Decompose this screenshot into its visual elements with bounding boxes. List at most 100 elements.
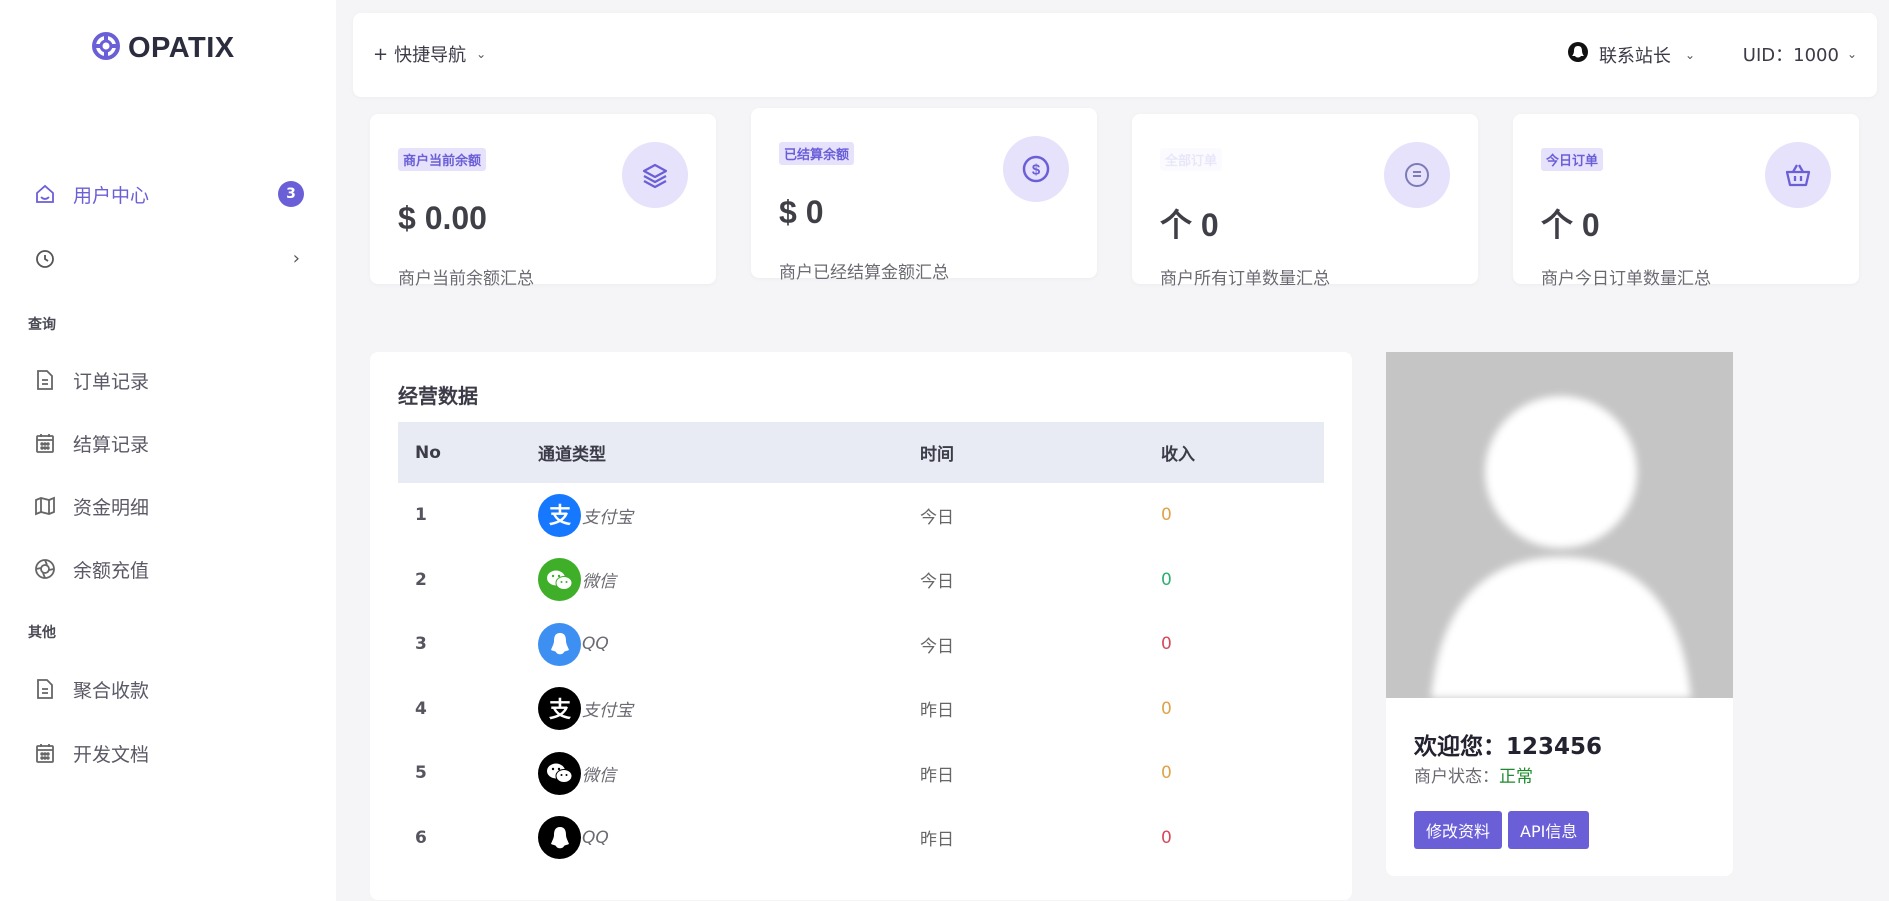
contact-admin-dropdown[interactable]: 联系站长 ⌄: [1567, 41, 1695, 68]
table-header-row: No 通道类型 时间 收入: [398, 422, 1324, 483]
sidebar-item-order-records[interactable]: 订单记录: [32, 360, 304, 400]
merchant-status: 商户状态：正常: [1414, 762, 1533, 787]
map-icon: [32, 493, 58, 519]
income-cell: 0: [1161, 634, 1172, 655]
time-cell: 昨日: [920, 830, 954, 851]
row-number: 1: [415, 505, 427, 526]
edit-profile-button[interactable]: 修改资料: [1414, 811, 1503, 849]
time-cell: 昨日: [920, 701, 954, 722]
table-row: 2 微信 今日 0: [398, 548, 1324, 613]
calendar-icon: [32, 430, 58, 456]
channel-name: QQ: [582, 827, 609, 848]
notification-badge: 3: [278, 181, 304, 207]
stat-value: $ 0: [779, 194, 824, 230]
table-row: 1 支支付宝 今日 0: [398, 483, 1324, 548]
sidebar-item-settlement-records[interactable]: 结算记录: [32, 423, 304, 463]
top-bar: + 快捷导航 ⌄ 联系站长 ⌄ UID：1000 ⌄: [353, 13, 1877, 97]
channel-cell: 微信: [538, 741, 920, 806]
wechat-icon: [538, 751, 581, 795]
sidebar-item-dev-docs[interactable]: 开发文档: [32, 733, 304, 773]
sidebar-item-label: 资金明细: [73, 496, 150, 519]
sidebar-item-fund-details[interactable]: 资金明细: [32, 486, 304, 526]
table-row: 5 微信 昨日 0: [398, 741, 1324, 806]
channel-name: 微信: [582, 572, 616, 593]
home-icon: [32, 181, 58, 207]
svg-text:支: 支: [548, 698, 571, 722]
qq-icon: [538, 622, 581, 666]
row-number: 6: [415, 827, 427, 848]
row-number: 5: [415, 763, 427, 784]
channel-name: 支付宝: [582, 701, 633, 722]
sidebar-item-balance-recharge[interactable]: 余额充值: [32, 549, 304, 589]
uid-dropdown[interactable]: UID：1000 ⌄: [1743, 41, 1857, 67]
document-icon: [32, 367, 58, 393]
channel-name: QQ: [582, 634, 609, 655]
logo[interactable]: OPATIX: [92, 30, 235, 66]
income-cell: 0: [1161, 763, 1172, 784]
qq-icon: [538, 816, 581, 860]
order-circle-icon: [1384, 142, 1450, 208]
quick-nav-label: 快捷导航: [394, 45, 467, 66]
chevron-down-icon: ⌄: [1684, 47, 1695, 62]
table-row: 6 QQ 昨日 0: [398, 806, 1324, 871]
alipay-icon: 支: [538, 687, 581, 731]
column-header: 收入: [1161, 445, 1195, 465]
contact-label: 联系站长: [1598, 45, 1671, 67]
stat-value: 个 0: [1541, 207, 1600, 243]
logo-icon: [92, 32, 120, 64]
stat-card-all-orders: 全部订单 个 0 商户所有订单数量汇总: [1132, 114, 1478, 289]
aperture-icon: [32, 556, 58, 582]
alipay-icon: 支: [538, 493, 581, 537]
basket-icon: [1765, 142, 1831, 208]
calendar-icon: [32, 740, 58, 766]
channel-name: 支付宝: [582, 507, 633, 528]
stat-badge: 商户当前余额: [398, 148, 487, 171]
channel-cell: 支支付宝: [538, 483, 920, 548]
sidebar-item-obscured[interactable]: ›: [32, 238, 304, 278]
time-cell: 今日: [920, 507, 954, 528]
sidebar-item-label: 订单记录: [73, 370, 150, 393]
chevron-down-icon: ⌄: [476, 47, 487, 61]
income-cell: 0: [1161, 569, 1172, 590]
sidebar-item-label: 用户中心: [73, 184, 150, 207]
business-data-table: No 通道类型 时间 收入 1 支支付宝 今日 0 2 微信 今日 0 3 QQ 今日 0 4 支支付宝昨…: [398, 422, 1324, 870]
chevron-down-icon: ⌄: [1846, 47, 1857, 61]
column-header: 时间: [920, 445, 954, 465]
api-info-button[interactable]: API信息: [1508, 811, 1590, 849]
sidebar-item-label: 开发文档: [73, 743, 150, 766]
stat-value: 个 0: [1160, 207, 1219, 243]
stat-description: 商户所有订单数量汇总: [1160, 269, 1330, 289]
business-data-card: 经营数据 No 通道类型 时间 收入 1 支支付宝 今日 0 2 微信 今日 0 3 QQ 今日 0 4…: [370, 352, 1352, 900]
chevron-right-icon: ›: [292, 247, 300, 269]
profile-card: 欢迎您：123456 商户状态：正常 修改资料 API信息: [1386, 352, 1733, 876]
plus-icon: +: [373, 43, 389, 65]
table-row: 3 QQ 今日 0: [398, 612, 1324, 677]
sidebar-item-user-center[interactable]: 用户中心 3: [32, 174, 304, 214]
stat-description: 商户今日订单数量汇总: [1541, 269, 1711, 289]
sidebar: OPATIX 用户中心 3 › 查询 订单记录 结算记录 资金明细 余额充值 其…: [0, 0, 336, 901]
channel-cell: QQ: [538, 612, 920, 677]
uid-label: UID：1000: [1742, 45, 1839, 66]
sidebar-item-label: 聚合收款: [73, 679, 150, 702]
section-label-query: 查询: [28, 317, 56, 333]
document-icon: [32, 676, 58, 702]
sidebar-item-label: 结算记录: [73, 433, 150, 456]
column-header: 通道类型: [538, 445, 606, 465]
stat-badge: 全部订单: [1160, 148, 1223, 171]
status-value: 正常: [1499, 767, 1533, 787]
layers-icon: [622, 142, 688, 208]
row-number: 3: [415, 634, 427, 655]
stat-card-today-orders: 今日订单 个 0 商户今日订单数量汇总: [1513, 114, 1859, 289]
table-row: 4 支支付宝 昨日 0: [398, 677, 1324, 742]
svg-text:支: 支: [548, 504, 571, 528]
brand-name: OPATIX: [128, 31, 235, 64]
card-title: 经营数据: [398, 384, 478, 408]
sidebar-item-aggregate-payment[interactable]: 聚合收款: [32, 669, 304, 709]
channel-name: 微信: [582, 765, 616, 786]
sidebar-item-label: 余额充值: [73, 559, 150, 582]
income-cell: 0: [1161, 827, 1172, 848]
quick-nav-dropdown[interactable]: + 快捷导航 ⌄: [373, 41, 486, 67]
income-cell: 0: [1161, 505, 1172, 526]
column-header: No: [415, 442, 441, 463]
stat-card-settled-balance: 已结算余额 $ $ 0 商户已经结算金额汇总: [751, 108, 1097, 283]
